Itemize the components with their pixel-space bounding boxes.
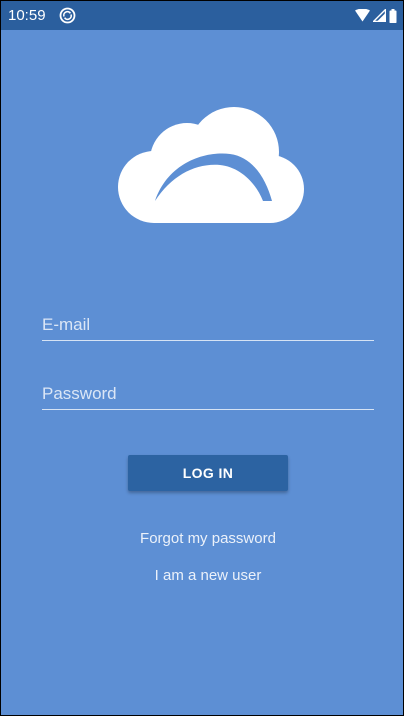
email-input[interactable] [42,311,374,340]
login-screen: 10:59 E-mail LOG IN Forgot my password I… [1,1,403,715]
status-bar: 10:59 [1,1,403,30]
login-button[interactable]: LOG IN [128,455,288,491]
forgot-password-link[interactable]: Forgot my password [1,530,403,547]
cloud-logo-icon [118,107,304,223]
sync-icon [59,7,76,24]
battery-icon [389,8,397,23]
status-time: 10:59 [8,7,46,24]
password-input[interactable] [42,380,374,409]
status-icons [355,8,397,23]
wifi-icon [355,9,370,22]
password-field[interactable] [42,380,374,410]
signal-icon [373,9,386,22]
new-user-link[interactable]: I am a new user [1,567,403,584]
email-field[interactable] [42,311,374,341]
